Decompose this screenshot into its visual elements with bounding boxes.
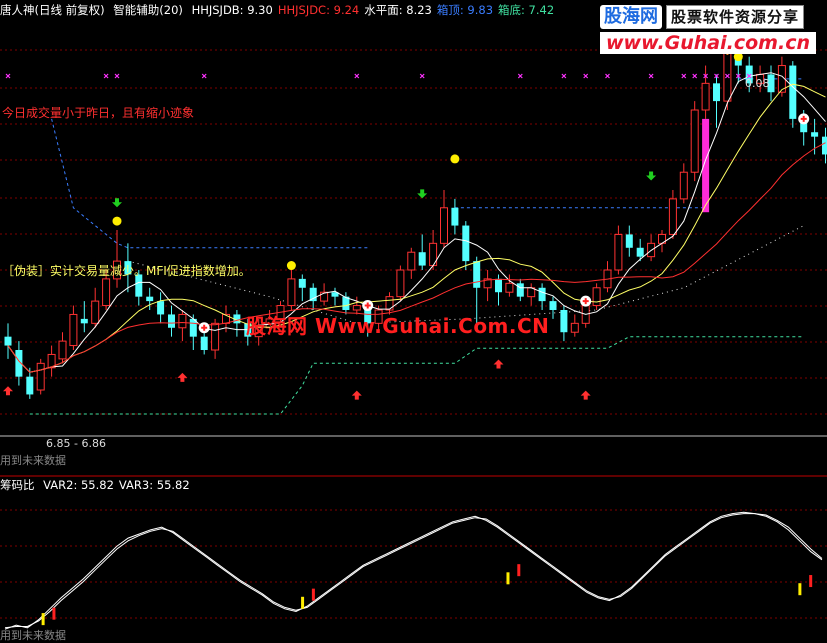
header-item: 水平面: 8.23 <box>364 3 432 17</box>
candle-body-up <box>702 83 709 110</box>
candle-body-up <box>615 234 622 270</box>
watermark-text: 股海网 Www.Guhai.Com.CN <box>246 310 549 339</box>
candle-body-down <box>789 66 796 119</box>
peak-dot-icon <box>450 154 459 163</box>
candle-body-up <box>506 283 513 292</box>
sub-header-items: VAR2: 55.82 VAR3: 55.82 <box>43 478 195 492</box>
candle-body-up <box>386 297 393 310</box>
candle-body-up <box>680 172 687 199</box>
candle-body-down <box>201 337 208 350</box>
candle-body-down <box>5 337 12 346</box>
main-header: 唐人神(日线 前复权) 智能辅助(20) HHJSJDB: 9.30HHJSJD… <box>0 0 600 20</box>
candle-body-down <box>419 252 426 265</box>
header-item: HHJSJDB: 9.30 <box>192 3 273 17</box>
candle-body-down <box>822 137 827 155</box>
candle-body-up <box>37 363 44 390</box>
candle-body-down <box>26 377 33 395</box>
candle-body-down <box>539 288 546 301</box>
sub-signal-bar <box>42 613 45 625</box>
candle-body-up <box>179 314 186 327</box>
candle-body-down <box>81 319 88 323</box>
sub-header-item: VAR3: 55.82 <box>119 478 190 492</box>
sub-signal-bar <box>506 572 509 584</box>
site-logo: 股海网 股票软件资源分享 www.Guhai.com.cn <box>600 4 824 54</box>
candle-body-up <box>571 323 578 332</box>
logo-tagline: 股票软件资源分享 <box>666 5 804 29</box>
candle-body-down <box>495 279 502 292</box>
peak-dot-icon <box>287 261 296 270</box>
indicator-name: 智能辅助(20) <box>113 3 183 17</box>
sub-signal-bar <box>312 589 315 601</box>
sub-signal-bar <box>809 575 812 587</box>
candle-body-down <box>168 314 175 327</box>
candle-body-up <box>408 252 415 270</box>
candle-body-down <box>517 283 524 296</box>
stock-name: 唐人神(日线 前复权) <box>0 3 105 17</box>
sub-signal-bar <box>517 564 520 576</box>
candle-body-down <box>299 279 306 288</box>
volume-note: 今日成交量小于昨日，且有缩小迹象 <box>2 104 194 121</box>
header-item: HHJSJDC: 9.24 <box>278 3 359 17</box>
candle-body-up <box>103 279 110 306</box>
future-data-label-sub: 用到未来数据 <box>0 627 66 643</box>
range-label: 6.85 - 6.86 <box>46 437 106 450</box>
candle-body-down <box>550 301 557 310</box>
candle-body-up <box>691 110 698 172</box>
candle-body-up <box>288 279 295 306</box>
candle-body-up <box>397 270 404 297</box>
candle-body-up <box>669 199 676 235</box>
header-item: 箱底: 7.42 <box>498 3 554 17</box>
candle-body-up <box>92 301 99 323</box>
candle-body-down <box>146 297 153 301</box>
peak-dot-icon <box>113 217 122 226</box>
fake-note: ［伪装］实计交易量减少。MFI促进指数增加。 <box>2 262 251 279</box>
candle-body-down <box>157 301 164 314</box>
candle-body-up <box>724 48 731 101</box>
candle-body-down <box>637 248 644 257</box>
candle-body-up <box>212 323 219 350</box>
logo-url: www.Guhai.com.cn <box>600 32 816 54</box>
candle-body-down <box>560 310 567 332</box>
sub-header: 筹码比 VAR2: 55.82 VAR3: 55.82 <box>0 476 200 494</box>
sub-header-item: VAR2: 55.82 <box>43 478 114 492</box>
future-data-label: 用到未来数据 <box>0 452 66 468</box>
peak-value-label: 0.08 <box>745 77 770 90</box>
candle-body-down <box>451 208 458 226</box>
candle-body-down <box>713 83 720 101</box>
candle-body-up <box>70 314 77 345</box>
logo-brand: 股海网 <box>600 5 662 29</box>
header-item: 箱顶: 9.83 <box>437 3 493 17</box>
candle-body-down <box>811 132 818 136</box>
candle-body-up <box>441 208 448 244</box>
sub-indicator-name: 筹码比 <box>0 478 35 492</box>
candle-body-down <box>626 234 633 247</box>
sub-signal-bar <box>301 597 304 609</box>
candle-body-down <box>473 261 480 288</box>
sub-signal-bar <box>798 583 801 595</box>
header-items: HHJSJDB: 9.30 HHJSJDC: 9.24 水平面: 8.23 箱顶: 9… <box>192 3 560 17</box>
candle-body-down <box>462 226 469 262</box>
candle-body-up <box>593 288 600 306</box>
sub-signal-bar <box>52 608 55 620</box>
candle-body-up <box>59 341 66 359</box>
